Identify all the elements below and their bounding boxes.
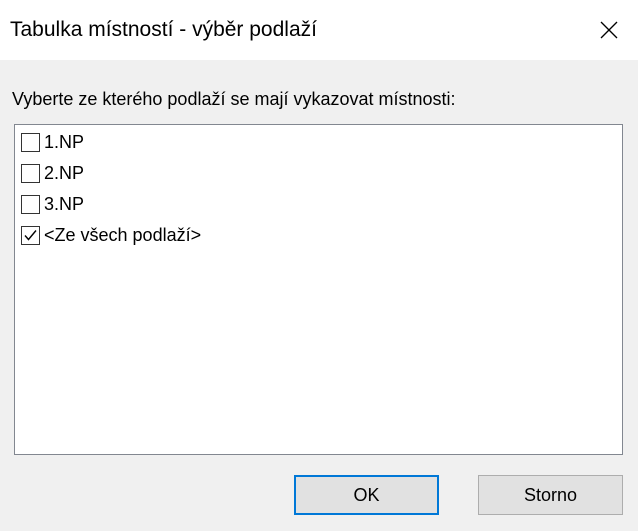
- prompt-label: Vyberte ze kterého podlaží se mají vykaz…: [12, 89, 456, 109]
- close-icon: [600, 21, 618, 39]
- list-item-label: 1.NP: [44, 132, 85, 152]
- list-item-label: 2.NP: [44, 163, 85, 183]
- floor-selection-dialog: Tabulka místností - výběr podlaží Vybert…: [0, 0, 638, 531]
- list-item-label: 3.NP: [44, 194, 85, 214]
- checkbox-1np[interactable]: [21, 133, 40, 152]
- list-item-1np[interactable]: 1.NP: [15, 128, 622, 159]
- list-item-3np[interactable]: 3.NP: [15, 190, 622, 221]
- checkbox-3np[interactable]: [21, 195, 40, 214]
- checkbox-2np[interactable]: [21, 164, 40, 183]
- window-title: Tabulka místností - výběr podlaží: [10, 18, 317, 41]
- list-item-all-floors[interactable]: <Ze všech podlaží>: [15, 221, 622, 252]
- checkbox-all-floors[interactable]: [21, 226, 40, 245]
- title-bar: Tabulka místností - výběr podlaží: [0, 0, 638, 60]
- cancel-button[interactable]: Storno: [478, 475, 623, 515]
- close-button[interactable]: [580, 0, 638, 60]
- list-item-label: <Ze všech podlaží>: [44, 225, 202, 245]
- floor-checklist[interactable]: 1.NP 2.NP 3.NP <Ze všech podlaží>: [14, 124, 623, 455]
- ok-button[interactable]: OK: [294, 475, 439, 515]
- checkmark-icon: [24, 230, 37, 241]
- list-item-2np[interactable]: 2.NP: [15, 159, 622, 190]
